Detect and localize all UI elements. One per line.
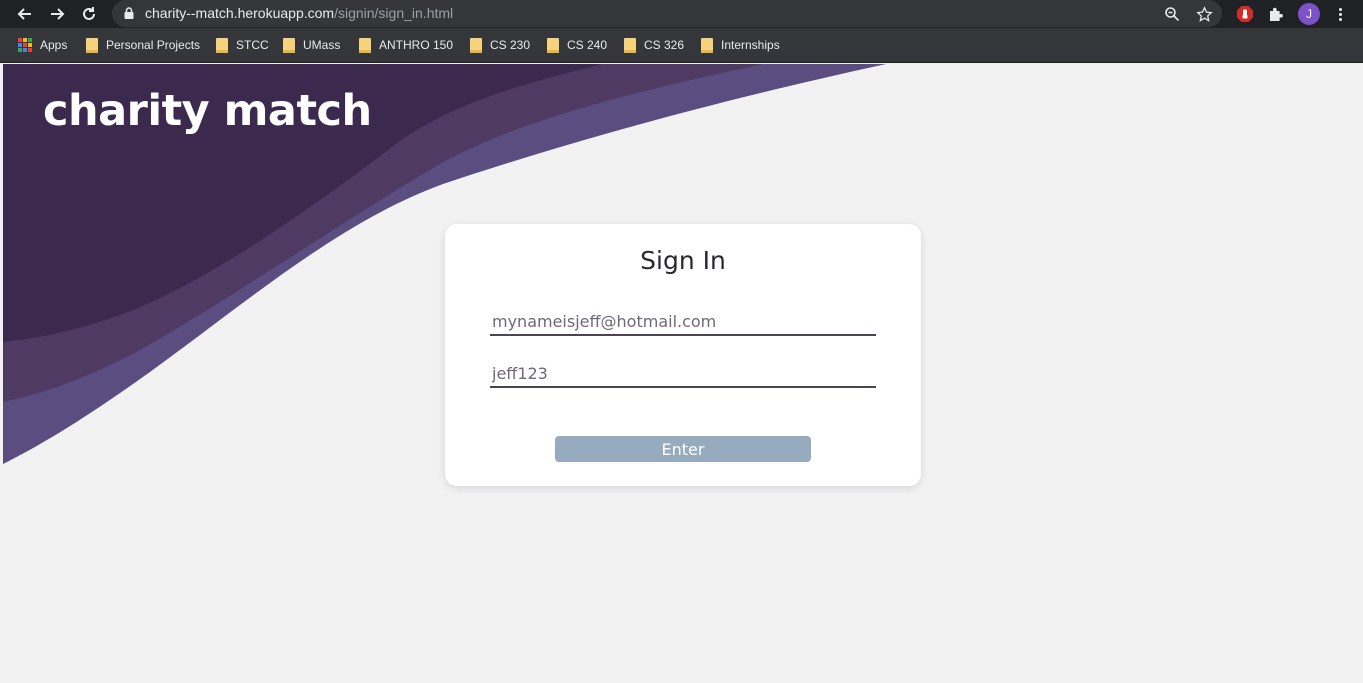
bookmark-label: STCC	[236, 38, 269, 52]
folder-icon	[701, 37, 713, 53]
zoom-icon[interactable]	[1162, 4, 1182, 24]
apps-grid-icon	[18, 38, 32, 52]
extensions-icon[interactable]	[1266, 4, 1286, 24]
signin-card: Sign In Enter	[445, 224, 921, 486]
bookmark-folder[interactable]: UMass	[283, 36, 340, 54]
bookmark-folder[interactable]: Internships	[701, 36, 780, 54]
bookmark-label: Apps	[40, 38, 68, 52]
url-host: charity--match.herokuapp.com	[145, 5, 335, 21]
adblock-icon[interactable]	[1235, 4, 1255, 24]
folder-icon	[547, 37, 559, 53]
bookmark-label: CS 240	[567, 38, 608, 52]
bookmark-label: Personal Projects	[106, 38, 201, 52]
browser-toolbar: charity--match.herokuapp.com/signin/sign…	[0, 0, 1363, 28]
folder-icon	[283, 37, 295, 53]
reload-icon[interactable]	[78, 3, 100, 25]
profile-avatar[interactable]: J	[1298, 3, 1320, 25]
password-field[interactable]	[490, 360, 876, 388]
enter-button[interactable]: Enter	[555, 436, 811, 462]
bookmark-label: UMass	[303, 38, 341, 52]
url-path: /signin/sign_in.html	[334, 5, 454, 21]
bookmark-folder[interactable]: CS 230	[470, 36, 530, 54]
bookmark-folder[interactable]: Personal Projects	[86, 36, 200, 54]
bookmark-label: ANTHRO 150	[379, 38, 454, 52]
bookmark-label: CS 326	[644, 38, 685, 52]
folder-icon	[624, 37, 636, 53]
bookmark-label: Internships	[721, 38, 780, 52]
email-field[interactable]	[490, 308, 876, 336]
url-text[interactable]: charity--match.herokuapp.com/signin/sign…	[145, 5, 453, 21]
bookmark-folder[interactable]: CS 326	[624, 36, 684, 54]
bookmark-apps[interactable]: Apps	[18, 36, 67, 54]
folder-icon	[470, 37, 482, 53]
signin-title: Sign In	[640, 246, 726, 275]
bookmarks-bar: Apps Personal Projects STCC UMass ANTHRO…	[0, 28, 1363, 63]
bookmark-folder[interactable]: ANTHRO 150	[359, 36, 453, 54]
page-content: charity match Sign In Enter	[3, 64, 1363, 683]
bookmark-folder[interactable]: STCC	[216, 36, 269, 54]
bookmark-label: CS 230	[490, 38, 531, 52]
forward-icon[interactable]	[46, 3, 68, 25]
back-icon[interactable]	[14, 3, 36, 25]
star-icon[interactable]	[1194, 4, 1214, 24]
address-bar[interactable]: charity--match.herokuapp.com/signin/sign…	[112, 0, 1222, 27]
menu-icon[interactable]	[1330, 4, 1350, 24]
folder-icon	[216, 37, 228, 53]
folder-icon	[86, 37, 98, 53]
folder-icon	[359, 37, 371, 53]
lock-icon	[124, 7, 134, 19]
bookmark-folder[interactable]: CS 240	[547, 36, 607, 54]
site-brand[interactable]: charity match	[43, 86, 372, 136]
